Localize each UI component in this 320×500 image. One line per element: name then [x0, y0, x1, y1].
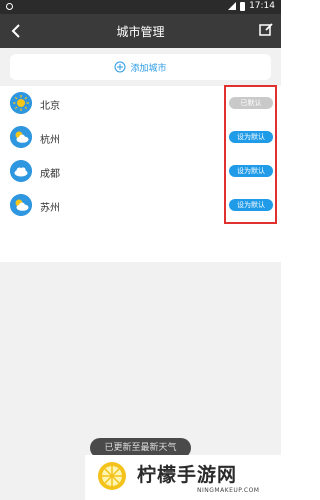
sun-icon	[10, 92, 32, 114]
battery-icon	[240, 1, 246, 11]
watermark: 柠檬手游网 NINGMAKEUP.COM	[85, 455, 281, 500]
status-bar: 17:14	[0, 0, 281, 14]
add-city-label: 添加城市	[130, 63, 167, 74]
watermark-url: NINGMAKEUP.COM	[197, 487, 260, 494]
page-title: 城市管理	[116, 25, 165, 39]
edit-icon[interactable]	[258, 22, 274, 38]
cloud-icon	[10, 160, 32, 182]
signal-icon	[228, 2, 237, 10]
app-bar: 城市管理	[0, 14, 281, 48]
status-time: 17:14	[249, 1, 275, 11]
add-city-button[interactable]: 添加城市	[10, 54, 271, 80]
city-name: 成都	[40, 169, 60, 180]
partly-cloudy-icon	[10, 126, 32, 148]
city-name: 北京	[40, 101, 60, 112]
watermark-brand: 柠檬手游网	[137, 464, 238, 486]
add-circle-icon	[114, 61, 126, 73]
highlight-box	[224, 85, 277, 224]
notification-icon	[6, 3, 13, 10]
status-icons: 17:14	[228, 1, 275, 11]
city-name: 杭州	[40, 135, 60, 146]
lemon-logo-icon	[98, 462, 126, 490]
partly-cloudy-icon	[10, 194, 32, 216]
city-name: 苏州	[40, 203, 60, 214]
